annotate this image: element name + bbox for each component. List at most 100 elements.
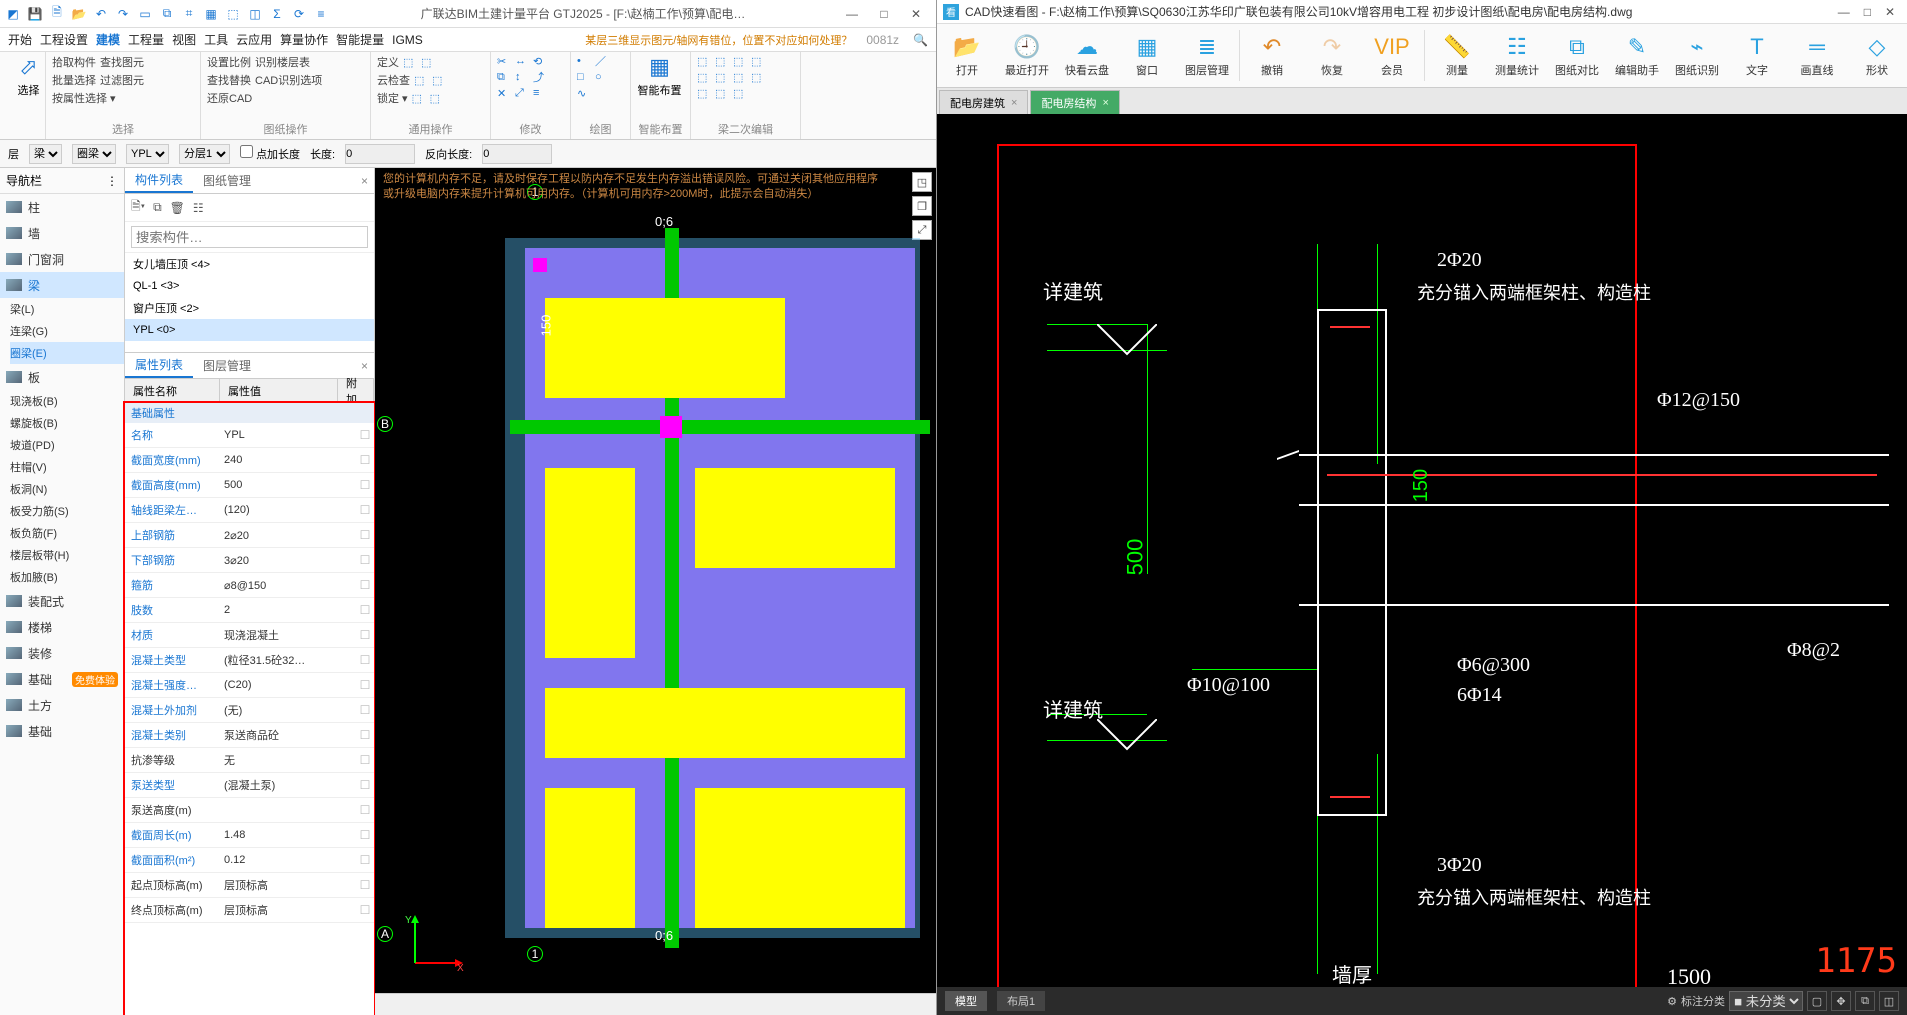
new-component-icon[interactable]: 🗎▾ <box>131 197 145 218</box>
menu-quantity[interactable]: 工程量 <box>128 31 164 48</box>
tab-layer-mgmt[interactable]: 图层管理 <box>193 353 261 378</box>
cad-close[interactable]: ✕ <box>1885 5 1895 19</box>
status-ico-2[interactable]: ✥ <box>1831 991 1851 1011</box>
cloud-check[interactable]: 云检查 <box>377 72 410 88</box>
menu-model[interactable]: 建模 <box>96 31 120 48</box>
cad-tab-2[interactable]: 配电房结构× <box>1030 90 1119 114</box>
nav-sub-板洞(N)[interactable]: 板洞(N) <box>10 478 124 500</box>
filter-cat[interactable]: 梁 <box>29 144 62 164</box>
tag-select[interactable]: ■ 未分类 <box>1729 991 1803 1011</box>
navigator-menu-icon[interactable]: ⋮ <box>106 174 118 188</box>
property-row[interactable]: 截面宽度(mm)240☐ <box>125 448 374 473</box>
qat-btn14[interactable]: ≡ <box>312 5 330 23</box>
view-cube-icon[interactable]: ◳ <box>912 172 932 192</box>
close-icon2[interactable]: × <box>355 359 374 373</box>
component-search-input[interactable] <box>131 226 368 248</box>
component-item[interactable]: 窗户压顶 <2> <box>125 297 374 319</box>
cad-tab-1[interactable]: 配电房建筑× <box>939 90 1028 114</box>
cad-ribbon-图层管理[interactable]: ≣图层管理 <box>1177 24 1237 87</box>
nav-item-墙[interactable]: 墙 <box>0 220 124 246</box>
find-element[interactable]: 查找图元 <box>100 54 144 70</box>
qat-btn6[interactable]: ▭ <box>136 5 154 23</box>
nav-sub-柱帽(V)[interactable]: 柱帽(V) <box>10 456 124 478</box>
nav-item-基础[interactable]: 基础 <box>0 718 124 744</box>
nav-sub-楼层板带(H)[interactable]: 楼层板带(H) <box>10 544 124 566</box>
nav-item-土方[interactable]: 土方 <box>0 692 124 718</box>
cad-ribbon-文字[interactable]: T文字 <box>1727 24 1787 87</box>
cad-ribbon-形状[interactable]: ◇形状 <box>1847 24 1907 87</box>
nav-item-梁[interactable]: 梁 <box>0 272 124 298</box>
tab-drawing-mgmt[interactable]: 图纸管理 <box>193 168 261 193</box>
model-canvas[interactable]: 您的计算机内存不足，请及时保存工程以防内存不足发生内存溢出错误风险。可通过关闭其… <box>375 168 936 1015</box>
menu-igms[interactable]: IGMS <box>392 33 423 47</box>
status-ico-3[interactable]: ⧉ <box>1855 991 1875 1011</box>
cad-options[interactable]: CAD识别选项 <box>255 72 322 88</box>
select-by-prop[interactable]: 按属性选择 ▾ <box>52 90 116 106</box>
nav-sub-坡道(PD)[interactable]: 坡道(PD) <box>10 434 124 456</box>
cad-ribbon-恢复[interactable]: ↷恢复 <box>1302 24 1362 87</box>
qat-btn11[interactable]: ◫ <box>246 5 264 23</box>
property-row[interactable]: 混凝土类型(粒径31.5砼32…☐ <box>125 648 374 673</box>
menu-collab[interactable]: 算量协作 <box>280 31 328 48</box>
nav-sub-板加腋(B)[interactable]: 板加腋(B) <box>10 566 124 588</box>
property-row[interactable]: 箍筋⌀8@150☐ <box>125 573 374 598</box>
property-row[interactable]: 截面周长(m)1.48☐ <box>125 823 374 848</box>
nav-item-柱[interactable]: 柱 <box>0 194 124 220</box>
nav-item-楼梯[interactable]: 楼梯 <box>0 614 124 640</box>
filter-level[interactable]: 分层1 <box>179 144 230 164</box>
layer-icon[interactable]: ☷ <box>193 201 204 215</box>
property-row[interactable]: 截面面积(m²)0.12☐ <box>125 848 374 873</box>
cad-maximize[interactable]: □ <box>1864 5 1871 19</box>
property-row[interactable]: 上部钢筋2⌀20☐ <box>125 523 374 548</box>
delete-icon[interactable]: 🗑 <box>170 201 185 215</box>
property-row[interactable]: 混凝土类别泵送商品砼☐ <box>125 723 374 748</box>
nav-sub-板受力筋(S)[interactable]: 板受力筋(S) <box>10 500 124 522</box>
minimize-button[interactable]: — <box>840 7 864 21</box>
length-input[interactable] <box>345 144 415 164</box>
property-row[interactable]: 抗渗等级无☐ <box>125 748 374 773</box>
status-ico-1[interactable]: ▢ <box>1807 991 1827 1011</box>
qat-save-icon[interactable]: 💾 <box>26 5 44 23</box>
cad-ribbon-测量统计[interactable]: ☷测量统计 <box>1487 24 1547 87</box>
nav-item-基础[interactable]: 基础免费体验 <box>0 666 124 692</box>
nav-sub-螺旋板(B)[interactable]: 螺旋板(B) <box>10 412 124 434</box>
qat-redo-icon[interactable]: ↷ <box>114 5 132 23</box>
property-row[interactable]: 混凝土强度…(C20)☐ <box>125 673 374 698</box>
select-tool[interactable]: ⬀ 选择 <box>6 54 51 98</box>
cad-ribbon-会员[interactable]: VIP会员 <box>1362 24 1422 87</box>
status-ico-4[interactable]: ◫ <box>1879 991 1899 1011</box>
smart-layout[interactable]: ▦ 智能布置 <box>637 54 682 98</box>
search-icon[interactable]: 🔍 <box>913 33 928 47</box>
lock-btn[interactable]: 锁定 ▾ <box>377 90 408 106</box>
copy-icon[interactable]: ⧉ <box>153 200 162 215</box>
qat-btn10[interactable]: ⬚ <box>224 5 242 23</box>
cad-ribbon-窗口[interactable]: ▦窗口 <box>1117 24 1177 87</box>
qat-new-icon[interactable]: 🗎 <box>48 5 66 23</box>
dot-length-check[interactable]: 点加长度 <box>240 145 300 162</box>
qat-btn8[interactable]: ⌗ <box>180 5 198 23</box>
tag-gear-icon[interactable]: ⚙ <box>1667 995 1677 1008</box>
property-row[interactable]: 泵送高度(m)☐ <box>125 798 374 823</box>
menu-smart[interactable]: 智能提量 <box>336 31 384 48</box>
property-row[interactable]: 终点顶标高(m)层顶标高☐ <box>125 898 374 923</box>
property-row[interactable]: 截面高度(mm)500☐ <box>125 473 374 498</box>
cad-ribbon-测量[interactable]: 📏测量 <box>1427 24 1487 87</box>
menu-project[interactable]: 工程设置 <box>40 31 88 48</box>
component-item[interactable]: YPL <0> <box>125 319 374 341</box>
nav-sub-连梁(G)[interactable]: 连梁(G) <box>10 320 124 342</box>
nav-sub-现浇板(B)[interactable]: 现浇板(B) <box>10 390 124 412</box>
filter-element[interactable]: 过滤图元 <box>100 72 144 88</box>
tab-component-list[interactable]: 构件列表 <box>125 168 193 193</box>
qat-undo-icon[interactable]: ↶ <box>92 5 110 23</box>
menu-view[interactable]: 视图 <box>172 31 196 48</box>
property-row[interactable]: 名称YPL☐ <box>125 423 374 448</box>
status-tab-model[interactable]: 模型 <box>945 991 987 1011</box>
menu-cloud[interactable]: 云应用 <box>236 31 272 48</box>
hint-question[interactable]: 某层三维显示图元/轴网有错位，位置不对应如何处理？ <box>585 32 852 48</box>
cad-drawing-view[interactable]: 2Φ20 充分锚入两端框架柱、构造柱 Φ12@150 Φ8@2 详建筑 详建筑 … <box>937 114 1907 987</box>
set-scale[interactable]: 设置比例 <box>207 54 251 70</box>
tab-property-list[interactable]: 属性列表 <box>125 353 193 378</box>
nav-sub-梁(L)[interactable]: 梁(L) <box>10 298 124 320</box>
rev-length-input[interactable] <box>482 144 552 164</box>
pick-component[interactable]: 拾取构件 <box>52 54 96 70</box>
